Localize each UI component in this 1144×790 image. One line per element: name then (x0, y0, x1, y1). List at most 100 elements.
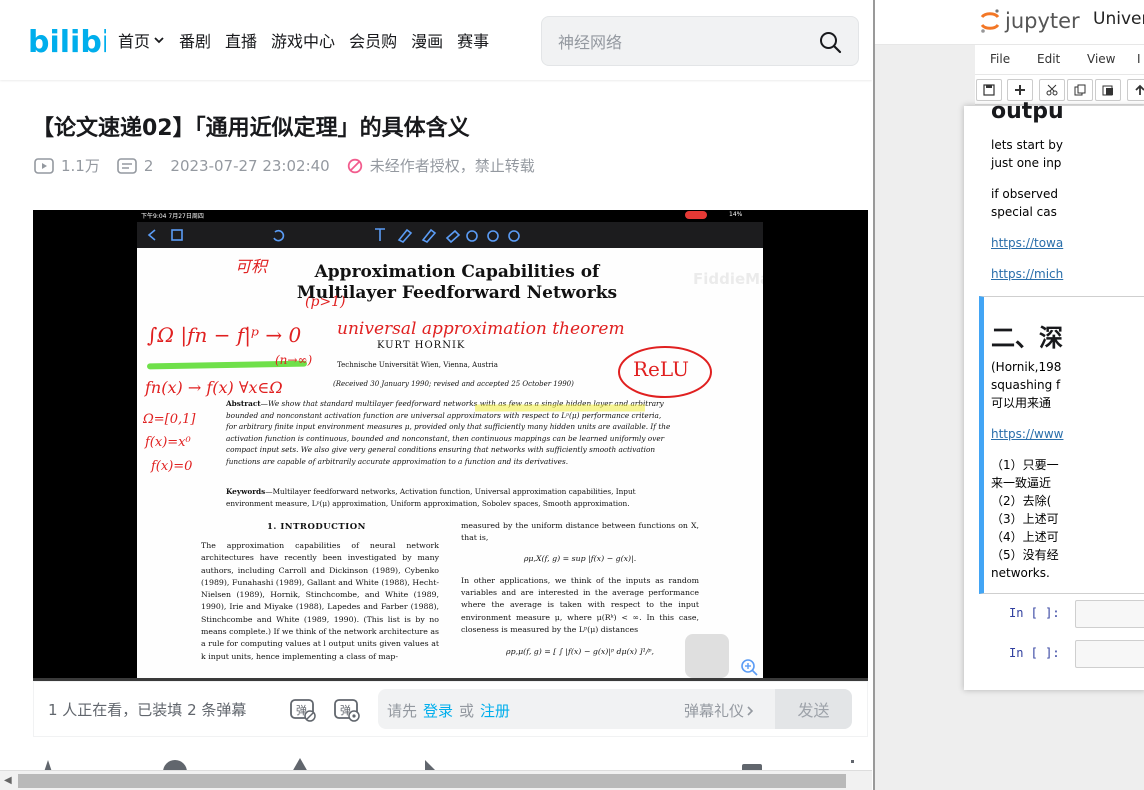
output-heading: outpu (991, 99, 1064, 124)
jupyter-logo-icon (980, 9, 1000, 33)
para-line-2: squashing f (991, 378, 1061, 392)
jupyter-logo[interactable]: jupyter (979, 8, 1080, 34)
search-icon[interactable] (818, 30, 842, 54)
cut-button[interactable] (1039, 79, 1065, 101)
list-line-1: （1）只要一 (991, 458, 1059, 472)
paste-button[interactable] (1095, 79, 1121, 101)
md-line-3: if observed (991, 187, 1059, 201)
menu-file[interactable]: File (990, 52, 1010, 66)
para-line-3: 可以用来通 (991, 396, 1052, 410)
move-up-icon (1135, 84, 1144, 95)
nav-item-0[interactable]: 首页 (118, 28, 165, 52)
toolbar-row-partial (44, 758, 854, 772)
md-line-4: special cas (991, 205, 1057, 219)
copy-button[interactable] (1067, 79, 1093, 101)
danmaku-count: 2 (143, 156, 154, 175)
nav-item-4[interactable]: 会员购 (349, 28, 397, 52)
hw-theorem: universal approximation theorem (337, 319, 625, 339)
in-prompt-1: In [ ]: (1009, 606, 1060, 620)
video-title: 【论文速递02】「通用近似定理」的具体含义 (32, 116, 470, 141)
nav-item-6[interactable]: 赛事 (457, 28, 489, 52)
view-count: 1.1万 (61, 157, 100, 175)
jupyter-window: jupyter Univers File Edit View I outpu l… (873, 0, 1144, 790)
list-line-3: （2）去除( (991, 494, 1052, 508)
bilibili-logo[interactable]: bilibili (28, 22, 106, 58)
login-link[interactable]: 登录 (423, 702, 453, 720)
cut-icon (1046, 84, 1058, 96)
viewer-danmaku-count: 1 人正在看，已装填 2 条弹幕 (48, 701, 247, 719)
md-link-2[interactable]: https://mich (991, 265, 1063, 283)
placeholder-or: 或 (459, 702, 475, 720)
notebook-name[interactable]: Univers (1093, 9, 1144, 29)
danmaku-bar: 1 人正在看，已装填 2 条弹幕 弹 弹 请先 登录或注册 弹幕礼仪 发送 (33, 681, 868, 737)
danmaku-placeholder: 请先 登录或注册 (387, 700, 516, 721)
watermark: FiddieMath (693, 270, 763, 288)
send-button[interactable]: 发送 (775, 689, 852, 729)
hw-integrable: 可积 (235, 257, 269, 276)
hw-integral: ∫Ω |fn − f|ᵖ → 0 (147, 323, 301, 348)
save-button[interactable] (976, 79, 1002, 101)
jupyter-menubar: File Edit View I (975, 45, 1144, 75)
main-nav: 首页 番剧 直播 游戏中心 会员购 漫画 赛事 (118, 28, 503, 52)
nav-item-label: 直播 (225, 32, 258, 51)
nav-item-3[interactable]: 游戏中心 (271, 28, 335, 52)
scrollbar-thumb[interactable] (18, 774, 846, 788)
plus-icon (1015, 85, 1025, 95)
video-meta: 1.1万 2 2023-07-27 23:02:40 未经作者授权，禁止转载 (34, 155, 552, 176)
play-count-icon (34, 157, 54, 174)
zoom-icon[interactable] (737, 656, 763, 678)
nav-item-label: 游戏中心 (271, 32, 336, 51)
nav-item-label: 会员购 (349, 32, 398, 51)
danmaku-toggle-icon[interactable]: 弹 (289, 695, 317, 723)
handwriting-overlay: 可积 (p>1) universal approximation theorem… (142, 257, 712, 474)
assistive-touch-button[interactable] (685, 634, 729, 678)
top-header: bilibili 首页 番剧直播游戏中心会员购漫画赛事 (0, 0, 872, 80)
paper-page: Approximation Capabilities of Multilayer… (137, 248, 763, 678)
hw-domain: Ω=[0,1] (142, 412, 196, 427)
code-cell-1[interactable] (1075, 600, 1144, 628)
horizontal-scrollbar[interactable]: ◀ (0, 770, 872, 790)
danmaku-etiquette-link[interactable]: 弹幕礼仪 (684, 700, 756, 721)
svg-text:bilibili: bilibili (28, 25, 106, 58)
nav-item-label: 番剧 (179, 32, 212, 51)
chevron-down-icon (154, 37, 164, 44)
menu-edit[interactable]: Edit (1037, 52, 1060, 66)
search-box (541, 16, 859, 66)
copy-icon (1074, 84, 1086, 96)
nav-item-label: 赛事 (457, 32, 490, 51)
move-up-button[interactable] (1127, 79, 1144, 101)
insert-cell-button[interactable] (1007, 79, 1033, 101)
paste-icon (1102, 85, 1113, 96)
menu-view[interactable]: View (1087, 52, 1115, 66)
nav-item-5[interactable]: 漫画 (411, 28, 443, 52)
danmaku-settings-icon[interactable]: 弹 (333, 695, 361, 723)
register-link[interactable]: 注册 (480, 702, 510, 720)
menu-insert[interactable]: I (1137, 52, 1141, 66)
section-heading: 二、深 (991, 324, 1063, 352)
md-line-1: lets start by (991, 138, 1063, 152)
bilibili-window: bilibili 首页 番剧直播游戏中心会员购漫画赛事 【论文速递02】「通用近似… (0, 0, 872, 790)
publish-datetime: 2023-07-27 23:02:40 (170, 156, 330, 175)
in-prompt-2: In [ ]: (1009, 646, 1060, 660)
danmaku-input[interactable]: 请先 登录或注册 弹幕礼仪 发送 (378, 689, 852, 729)
nav-item-2[interactable]: 直播 (225, 28, 257, 52)
jupyter-header: jupyter Univers (875, 0, 1144, 45)
scroll-left-arrow-icon[interactable]: ◀ (4, 775, 12, 786)
md-link-1[interactable]: https://towa (991, 234, 1063, 252)
md-line-2: just one inp (991, 156, 1062, 170)
video-player[interactable]: 下午9:04 7月27日周四 14% Approximation Capabil… (33, 210, 868, 678)
hw-relu: ReLU (633, 357, 689, 381)
no-repost-icon (347, 158, 362, 173)
nav-item-label: 首页 (118, 32, 151, 51)
nav-item-1[interactable]: 番剧 (179, 28, 211, 52)
battery-level: 14% (729, 211, 743, 218)
hw-fx2: f(x)=0 (150, 459, 192, 474)
ipad-clock: 下午9:04 7月27日周四 (141, 213, 204, 220)
search-input[interactable] (558, 30, 808, 54)
list-line-2: 来一致逼近 (991, 476, 1052, 490)
para-link[interactable]: https://www (991, 425, 1063, 443)
copyright-notice: 未经作者授权，禁止转载 (369, 157, 535, 175)
hw-condition: (p>1) (305, 294, 346, 310)
list-line-5: （4）上述可 (991, 530, 1059, 544)
code-cell-2[interactable] (1075, 640, 1144, 668)
